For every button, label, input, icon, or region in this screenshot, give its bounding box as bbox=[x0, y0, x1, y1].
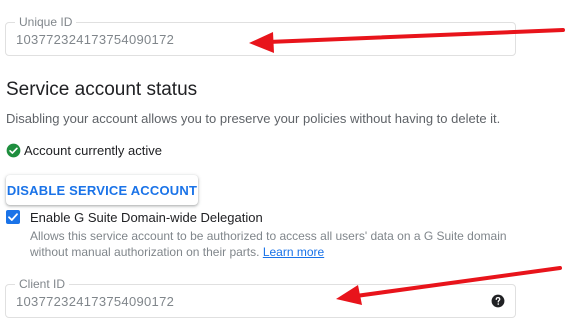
annotation-arrows bbox=[249, 28, 565, 305]
arrow-client-id bbox=[336, 266, 562, 305]
arrow-unique-id bbox=[249, 28, 565, 53]
